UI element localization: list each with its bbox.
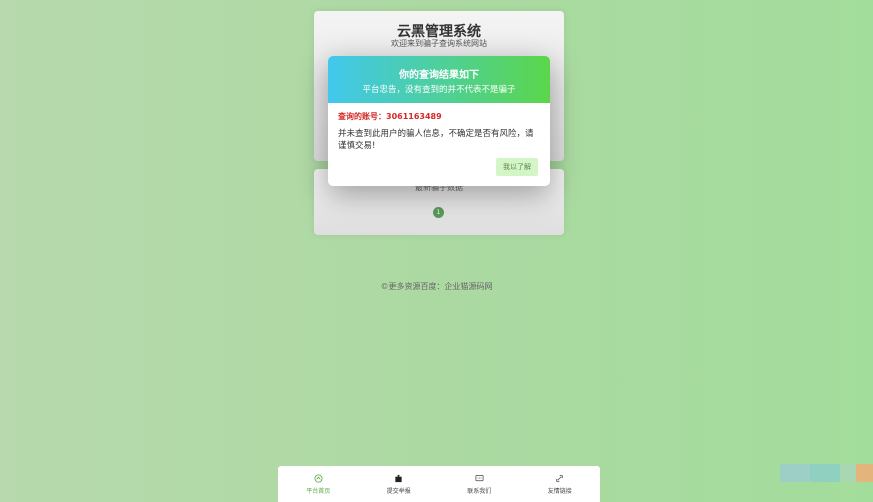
nav-item-links[interactable]: 友情链接 [520,466,601,502]
pixelated-watermark-2 [810,464,840,482]
nav-item-home[interactable]: 平台首页 [278,466,359,502]
nav-label-home: 平台首页 [306,487,331,495]
system-subtitle: 欢迎来到骗子查询系统网站 [391,39,487,48]
bottom-nav: 平台首页 提交举报 联系我们 友情链接 [278,466,600,502]
acknowledge-button[interactable]: 我以了解 [496,158,538,176]
nav-label-links: 友情链接 [547,487,572,495]
modal-header: 你的查询结果如下 平台忠告，没有查到的并不代表不是骗子 [328,56,550,103]
account-label: 查询的账号： [338,111,386,121]
nav-item-report[interactable]: 提交举报 [359,466,440,502]
result-message: 并未查到此用户的骗人信息，不确定是否有风险，请谨慎交易! [338,129,534,151]
result-modal: 你的查询结果如下 平台忠告，没有查到的并不代表不是骗子 查询的账号：306116… [328,56,550,186]
footer-copyright: ©更多资源百度：企业猫源码网 [380,282,493,291]
modal-notice: 平台忠告，没有查到的并不代表不是骗子 [362,85,516,95]
link-icon [556,474,564,482]
account-value: 3061163489 [386,112,442,121]
pixelated-watermark-4 [856,464,873,482]
pixelated-watermark-1 [780,464,810,482]
modal-title: 你的查询结果如下 [399,70,479,81]
home-icon [314,473,323,483]
nav-label-report: 提交举报 [386,487,411,495]
nav-label-contact: 联系我们 [467,487,492,495]
report-icon [395,474,402,482]
pixelated-watermark-3 [840,464,856,482]
modal-body: 查询的账号：3061163489 并未查到此用户的骗人信息，不确定是否有风险，请… [328,103,550,152]
pagination-page-1[interactable]: 1 [433,207,444,218]
nav-item-contact[interactable]: 联系我们 [439,466,520,502]
chat-icon [475,474,484,481]
account-line: 查询的账号：3061163489 [338,111,540,122]
